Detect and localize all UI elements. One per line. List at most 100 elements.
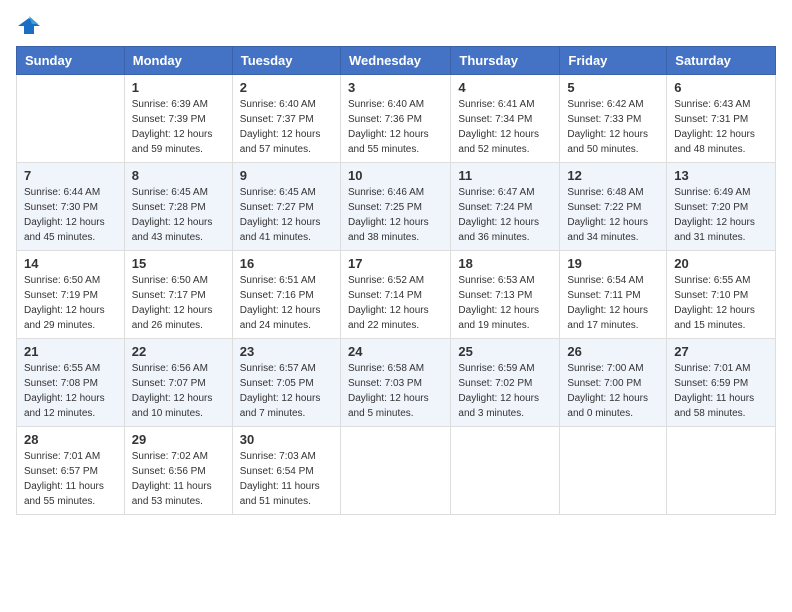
day-detail: Sunrise: 7:03 AMSunset: 6:54 PMDaylight:… <box>240 449 333 509</box>
day-detail: Sunrise: 7:01 AMSunset: 6:57 PMDaylight:… <box>24 449 117 509</box>
day-header-sunday: Sunday <box>17 47 125 75</box>
calendar-cell: 14 Sunrise: 6:50 AMSunset: 7:19 PMDayligh… <box>17 251 125 339</box>
day-detail: Sunrise: 6:45 AMSunset: 7:28 PMDaylight:… <box>132 185 225 245</box>
day-header-saturday: Saturday <box>667 47 776 75</box>
calendar-table: SundayMondayTuesdayWednesdayThursdayFrid… <box>16 46 776 515</box>
calendar-cell <box>340 427 450 515</box>
calendar-cell: 23 Sunrise: 6:57 AMSunset: 7:05 PMDayligh… <box>232 339 340 427</box>
calendar-cell: 16Sunrise: 6:51 AMSunset: 7:16 PMDayligh… <box>232 251 340 339</box>
calendar-cell: 9 Sunrise: 6:45 AMSunset: 7:27 PMDaylight… <box>232 163 340 251</box>
day-detail: Sunrise: 6:42 AMSunset: 7:33 PMDaylight:… <box>567 97 659 157</box>
calendar-header-row: SundayMondayTuesdayWednesdayThursdayFrid… <box>17 47 776 75</box>
day-number: 15 <box>132 256 225 271</box>
day-header-wednesday: Wednesday <box>340 47 450 75</box>
calendar-cell: 11 Sunrise: 6:47 AMSunset: 7:24 PMDayligh… <box>451 163 560 251</box>
day-number: 7 <box>24 168 117 183</box>
day-number: 28 <box>24 432 117 447</box>
calendar-cell <box>17 75 125 163</box>
week-row-3: 14 Sunrise: 6:50 AMSunset: 7:19 PMDayligh… <box>17 251 776 339</box>
day-number: 18 <box>458 256 552 271</box>
day-detail: Sunrise: 6:41 AMSunset: 7:34 PMDaylight:… <box>458 97 552 157</box>
day-detail: Sunrise: 6:49 AMSunset: 7:20 PMDaylight:… <box>674 185 768 245</box>
day-detail: Sunrise: 6:57 AMSunset: 7:05 PMDaylight:… <box>240 361 333 421</box>
day-number: 22 <box>132 344 225 359</box>
day-number: 1 <box>132 80 225 95</box>
day-number: 25 <box>458 344 552 359</box>
calendar-cell: 4 Sunrise: 6:41 AMSunset: 7:34 PMDaylight… <box>451 75 560 163</box>
week-row-2: 7 Sunrise: 6:44 AMSunset: 7:30 PMDaylight… <box>17 163 776 251</box>
calendar-cell: 21Sunrise: 6:55 AMSunset: 7:08 PMDayligh… <box>17 339 125 427</box>
day-detail: Sunrise: 6:50 AMSunset: 7:17 PMDaylight:… <box>132 273 225 333</box>
day-detail: Sunrise: 6:55 AMSunset: 7:10 PMDaylight:… <box>674 273 768 333</box>
calendar-cell: 13 Sunrise: 6:49 AMSunset: 7:20 PMDayligh… <box>667 163 776 251</box>
calendar-cell: 24 Sunrise: 6:58 AMSunset: 7:03 PMDayligh… <box>340 339 450 427</box>
day-number: 23 <box>240 344 333 359</box>
day-detail: Sunrise: 6:47 AMSunset: 7:24 PMDaylight:… <box>458 185 552 245</box>
calendar-cell: 15 Sunrise: 6:50 AMSunset: 7:17 PMDayligh… <box>124 251 232 339</box>
week-row-1: 1 Sunrise: 6:39 AMSunset: 7:39 PMDaylight… <box>17 75 776 163</box>
day-detail: Sunrise: 6:52 AMSunset: 7:14 PMDaylight:… <box>348 273 443 333</box>
day-detail: Sunrise: 6:45 AMSunset: 7:27 PMDaylight:… <box>240 185 333 245</box>
day-detail: Sunrise: 6:39 AMSunset: 7:39 PMDaylight:… <box>132 97 225 157</box>
week-row-5: 28 Sunrise: 7:01 AMSunset: 6:57 PMDayligh… <box>17 427 776 515</box>
day-number: 19 <box>567 256 659 271</box>
calendar-cell: 22Sunrise: 6:56 AMSunset: 7:07 PMDayligh… <box>124 339 232 427</box>
day-detail: Sunrise: 6:59 AMSunset: 7:02 PMDaylight:… <box>458 361 552 421</box>
day-number: 2 <box>240 80 333 95</box>
day-header-friday: Friday <box>560 47 667 75</box>
day-number: 10 <box>348 168 443 183</box>
day-number: 13 <box>674 168 768 183</box>
day-header-thursday: Thursday <box>451 47 560 75</box>
day-detail: Sunrise: 7:02 AMSunset: 6:56 PMDaylight:… <box>132 449 225 509</box>
day-detail: Sunrise: 6:46 AMSunset: 7:25 PMDaylight:… <box>348 185 443 245</box>
logo-bird-icon <box>18 16 40 34</box>
calendar-cell: 27 Sunrise: 7:01 AMSunset: 6:59 PMDayligh… <box>667 339 776 427</box>
day-number: 16 <box>240 256 333 271</box>
calendar-cell: 3 Sunrise: 6:40 AMSunset: 7:36 PMDaylight… <box>340 75 450 163</box>
day-number: 27 <box>674 344 768 359</box>
day-header-monday: Monday <box>124 47 232 75</box>
calendar-cell <box>560 427 667 515</box>
calendar-cell <box>667 427 776 515</box>
calendar-cell: 6Sunrise: 6:43 AMSunset: 7:31 PMDaylight… <box>667 75 776 163</box>
calendar-cell: 2 Sunrise: 6:40 AMSunset: 7:37 PMDaylight… <box>232 75 340 163</box>
day-number: 9 <box>240 168 333 183</box>
day-detail: Sunrise: 7:01 AMSunset: 6:59 PMDaylight:… <box>674 361 768 421</box>
calendar-cell: 1 Sunrise: 6:39 AMSunset: 7:39 PMDaylight… <box>124 75 232 163</box>
day-detail: Sunrise: 6:53 AMSunset: 7:13 PMDaylight:… <box>458 273 552 333</box>
day-number: 26 <box>567 344 659 359</box>
day-number: 20 <box>674 256 768 271</box>
day-detail: Sunrise: 7:00 AMSunset: 7:00 PMDaylight:… <box>567 361 659 421</box>
day-header-tuesday: Tuesday <box>232 47 340 75</box>
calendar-cell: 25 Sunrise: 6:59 AMSunset: 7:02 PMDayligh… <box>451 339 560 427</box>
calendar-cell: 26 Sunrise: 7:00 AMSunset: 7:00 PMDayligh… <box>560 339 667 427</box>
day-number: 3 <box>348 80 443 95</box>
calendar-cell: 18 Sunrise: 6:53 AMSunset: 7:13 PMDayligh… <box>451 251 560 339</box>
day-number: 11 <box>458 168 552 183</box>
day-detail: Sunrise: 6:40 AMSunset: 7:36 PMDaylight:… <box>348 97 443 157</box>
day-number: 4 <box>458 80 552 95</box>
week-row-4: 21Sunrise: 6:55 AMSunset: 7:08 PMDayligh… <box>17 339 776 427</box>
day-number: 8 <box>132 168 225 183</box>
calendar-cell: 10 Sunrise: 6:46 AMSunset: 7:25 PMDayligh… <box>340 163 450 251</box>
day-detail: Sunrise: 6:50 AMSunset: 7:19 PMDaylight:… <box>24 273 117 333</box>
day-detail: Sunrise: 6:54 AMSunset: 7:11 PMDaylight:… <box>567 273 659 333</box>
logo <box>16 16 42 34</box>
day-detail: Sunrise: 6:48 AMSunset: 7:22 PMDaylight:… <box>567 185 659 245</box>
day-number: 14 <box>24 256 117 271</box>
day-detail: Sunrise: 6:40 AMSunset: 7:37 PMDaylight:… <box>240 97 333 157</box>
day-number: 5 <box>567 80 659 95</box>
day-detail: Sunrise: 6:58 AMSunset: 7:03 PMDaylight:… <box>348 361 443 421</box>
day-detail: Sunrise: 6:44 AMSunset: 7:30 PMDaylight:… <box>24 185 117 245</box>
calendar-cell: 12 Sunrise: 6:48 AMSunset: 7:22 PMDayligh… <box>560 163 667 251</box>
day-number: 6 <box>674 80 768 95</box>
calendar-cell: 20 Sunrise: 6:55 AMSunset: 7:10 PMDayligh… <box>667 251 776 339</box>
calendar-cell: 19 Sunrise: 6:54 AMSunset: 7:11 PMDayligh… <box>560 251 667 339</box>
calendar-cell: 5 Sunrise: 6:42 AMSunset: 7:33 PMDaylight… <box>560 75 667 163</box>
calendar-cell: 7 Sunrise: 6:44 AMSunset: 7:30 PMDaylight… <box>17 163 125 251</box>
day-number: 12 <box>567 168 659 183</box>
day-detail: Sunrise: 6:55 AMSunset: 7:08 PMDaylight:… <box>24 361 117 421</box>
day-number: 24 <box>348 344 443 359</box>
calendar-cell: 30Sunrise: 7:03 AMSunset: 6:54 PMDayligh… <box>232 427 340 515</box>
calendar-cell: 8 Sunrise: 6:45 AMSunset: 7:28 PMDaylight… <box>124 163 232 251</box>
